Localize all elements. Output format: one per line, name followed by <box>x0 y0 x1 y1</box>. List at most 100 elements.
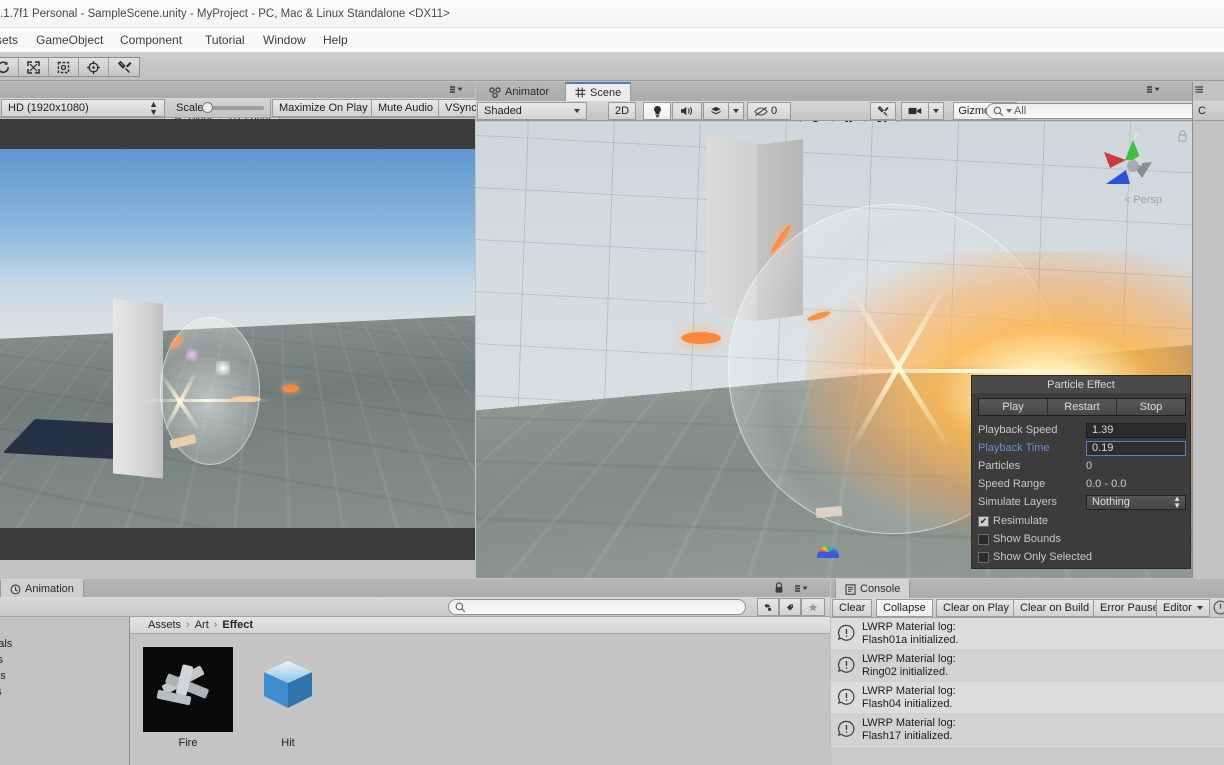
particle-play-button[interactable]: Play <box>979 399 1048 415</box>
particle-restart-button[interactable]: Restart <box>1048 399 1117 415</box>
chevron-down-icon <box>574 109 580 113</box>
scene-projection-label[interactable]: < Persp <box>1124 194 1162 206</box>
particle-effect-panel: Particle Effect Play Restart Stop Playba… <box>971 375 1191 569</box>
mute-audio-toggle[interactable]: Mute Audio <box>371 99 441 117</box>
scene-lock-icon[interactable] <box>1177 130 1188 145</box>
resimulate-checkbox[interactable] <box>978 515 989 527</box>
right-panel-toolbar-item[interactable]: C <box>1193 101 1224 121</box>
console-collapse-toggle[interactable]: Collapse <box>876 599 933 617</box>
scene-camera-button[interactable] <box>901 102 929 120</box>
filter-by-label-button[interactable] <box>779 598 801 616</box>
scene-fx-dropdown[interactable] <box>728 102 744 120</box>
scene-fx-toggle[interactable] <box>703 102 729 120</box>
console-clear-on-play-toggle[interactable]: Clear on Play <box>936 599 1017 617</box>
tab-scene[interactable]: Scene <box>565 82 632 101</box>
show-only-selected-label: Show Only Selected <box>993 551 1093 563</box>
simulate-layers-dropdown[interactable]: Nothing ▲ ▼ <box>1086 494 1186 510</box>
playback-speed-field[interactable]: 1.39 <box>1086 422 1186 438</box>
hidden-objects-icon <box>754 106 768 116</box>
asset-item-hit[interactable]: Hit <box>240 647 336 749</box>
scene-camera-dropdown[interactable] <box>928 102 944 120</box>
menu-item-gameobject[interactable]: GameObject <box>36 33 103 47</box>
filter-by-type-button[interactable] <box>757 598 779 616</box>
star-icon <box>808 602 818 611</box>
project-panel-menu-icon[interactable] <box>794 583 812 597</box>
console-message-list[interactable]: LWRP Material log: Flash01a initialized. … <box>831 618 1224 765</box>
console-message-row[interactable]: LWRP Material log: Flash04 initialized. <box>831 682 1224 714</box>
menu-item-assets[interactable]: sets <box>0 33 18 47</box>
particle-stop-button[interactable]: Stop <box>1117 399 1185 415</box>
asset-item-fire[interactable]: Fire <box>140 647 236 749</box>
tree-item-3[interactable]: abs <box>0 670 6 682</box>
console-message-row[interactable]: LWRP Material log: Flash01a initialized. <box>831 618 1224 650</box>
tree-item-4[interactable]: es <box>0 686 2 698</box>
project-search-input[interactable] <box>448 599 746 615</box>
breadcrumb-art[interactable]: Art <box>195 619 209 631</box>
console-toolbar: Clear Collapse Clear on Play Clear on Bu… <box>831 598 1224 618</box>
project-body: s erials els abs es Assets › Art › Effec… <box>0 617 830 765</box>
layer-stepper-icon: ▲ ▼ <box>1173 494 1181 510</box>
playback-speed-label: Playback Speed <box>978 424 1058 436</box>
project-lock-icon[interactable] <box>774 582 784 597</box>
chevron-down-icon <box>733 109 739 113</box>
custom-tool-icon[interactable] <box>109 58 139 76</box>
rotate-tool-icon[interactable] <box>0 58 19 76</box>
scene-audio-toggle[interactable] <box>672 102 702 120</box>
draw-mode-value: Shaded <box>484 105 522 117</box>
menu-item-component[interactable]: Component <box>120 33 182 47</box>
scene-tools-button[interactable] <box>870 102 896 120</box>
menu-item-tutorial[interactable]: Tutorial <box>205 33 245 47</box>
show-bounds-checkbox[interactable] <box>978 533 989 545</box>
tab-console[interactable]: Console <box>835 579 911 598</box>
transform-tool-icon[interactable] <box>79 58 109 76</box>
console-editor-dropdown[interactable]: Editor <box>1156 599 1210 617</box>
axis-label-y: y <box>1134 128 1139 138</box>
favorite-button[interactable] <box>801 598 825 616</box>
scale-slider-thumb[interactable] <box>202 102 213 113</box>
console-error-pause-toggle[interactable]: Error Pause <box>1093 599 1166 617</box>
particles-value: 0 <box>1086 460 1093 472</box>
game-view-canvas[interactable] <box>0 119 475 560</box>
console-clear-on-build-toggle[interactable]: Clear on Build <box>1013 599 1097 617</box>
scene-search-field[interactable]: All <box>986 103 1204 119</box>
breadcrumb-assets[interactable]: Assets <box>148 619 181 631</box>
tab-animation[interactable]: Animation <box>0 579 84 598</box>
breadcrumb-effect[interactable]: Effect <box>222 619 253 631</box>
spark <box>231 396 261 402</box>
draw-mode-dropdown[interactable]: Shaded <box>477 102 587 120</box>
show-only-selected-checkbox-row[interactable]: Show Only Selected <box>978 549 1092 565</box>
rect-tool-icon[interactable] <box>49 58 79 76</box>
resimulate-checkbox-row[interactable]: Resimulate <box>978 513 1048 529</box>
scale-slider-track[interactable] <box>202 102 264 113</box>
scene-axis-gizmo[interactable]: y x z <box>1090 126 1176 204</box>
scene-lighting-toggle[interactable] <box>643 102 671 120</box>
asset-grid[interactable]: Fire Hit <box>130 635 830 765</box>
console-message-row[interactable]: LWRP Material log: Flash17 initialized. <box>831 714 1224 746</box>
toggle-2d[interactable]: 2D <box>608 102 636 120</box>
show-bounds-checkbox-row[interactable]: Show Bounds <box>978 531 1061 547</box>
tree-item-1[interactable]: erials <box>0 638 12 650</box>
menu-item-window[interactable]: Window <box>263 33 306 47</box>
console-clear-button[interactable]: Clear <box>832 599 873 617</box>
hidden-objects-toggle[interactable]: 0 <box>747 102 791 120</box>
scene-view-panel-menu-icon[interactable] <box>1146 84 1164 98</box>
menu-item-help[interactable]: Help <box>323 33 348 47</box>
console-message-row[interactable]: LWRP Material log: Ring02 initialized. <box>831 650 1224 682</box>
scale-tool-icon[interactable] <box>19 58 49 76</box>
title-bar: .1.7f1 Personal - SampleScene.unity - My… <box>0 0 1224 28</box>
playback-speed-row: Playback Speed 1.39 <box>978 422 1186 438</box>
right-panel-menu-icon[interactable] <box>1195 84 1211 98</box>
game-view-panel-menu-icon[interactable] <box>449 84 467 98</box>
aspect-ratio-dropdown[interactable]: HD (1920x1080) ▲ ▼ <box>1 99 165 117</box>
console-error-count-icon[interactable] <box>1213 600 1224 618</box>
show-only-selected-checkbox[interactable] <box>978 551 989 563</box>
playback-time-field[interactable]: 0.19 <box>1086 440 1186 456</box>
maximize-on-play-toggle[interactable]: Maximize On Play <box>272 99 375 117</box>
vsync-toggle[interactable]: VSync <box>438 99 478 117</box>
console-message-line2: Flash04 initialized. <box>862 697 953 710</box>
scene-view-toolbar: Shaded 2D 0 Gizmos All <box>476 101 1204 121</box>
scene-view-tabrow: Animator Scene <box>476 82 1192 101</box>
spark <box>282 385 299 392</box>
tree-item-2[interactable]: els <box>0 654 3 666</box>
tab-animator[interactable]: Animator <box>480 83 558 101</box>
